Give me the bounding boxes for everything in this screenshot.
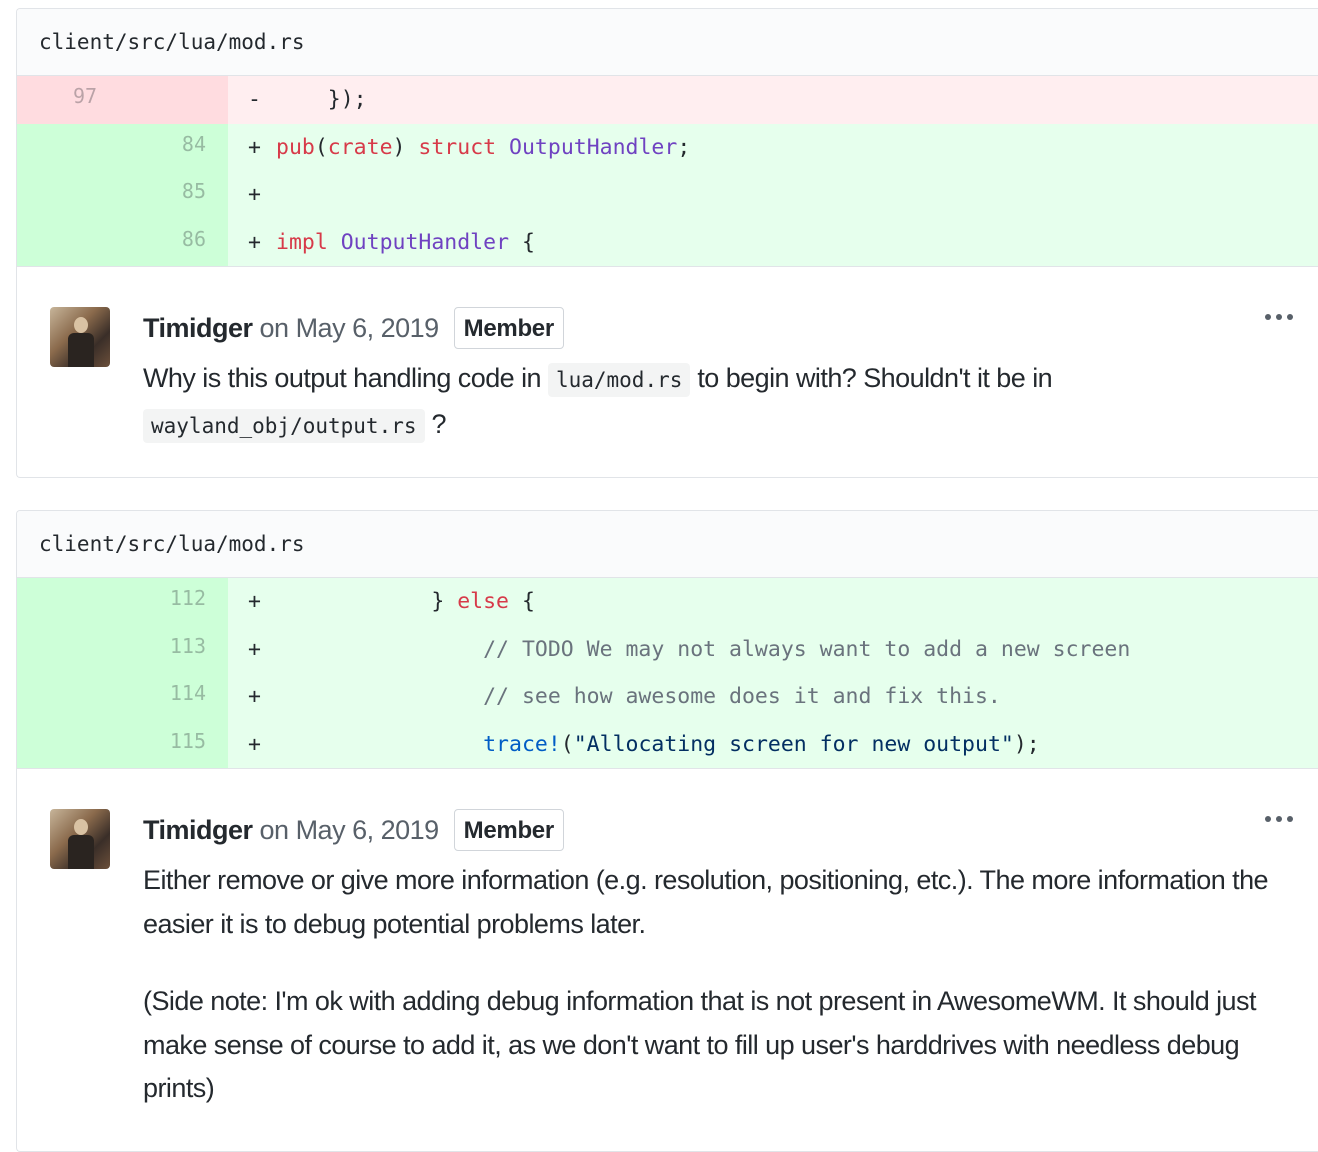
more-options-icon[interactable] bbox=[1265, 816, 1293, 822]
code-token: pub bbox=[276, 134, 315, 160]
code-content: + impl OutputHandler { bbox=[228, 230, 1318, 255]
inline-code: wayland_obj/output.rs bbox=[143, 408, 425, 443]
diff-hunk: 112 + } else {113 + // TODO We may not alw… bbox=[17, 578, 1318, 768]
comment-body: Why is this output handling code in lua/… bbox=[143, 357, 1297, 448]
code-content: + // see how awesome does it and fix thi… bbox=[228, 684, 1318, 709]
comment-date[interactable]: on May 6, 2019 bbox=[260, 313, 440, 344]
code-token: else bbox=[457, 589, 509, 615]
code-content: - }); bbox=[228, 87, 1318, 112]
code-content: + // TODO We may not always want to add … bbox=[228, 637, 1318, 662]
diff-marker: + bbox=[248, 134, 261, 160]
file-path[interactable]: client/src/lua/mod.rs bbox=[17, 9, 1318, 76]
code-token: }); bbox=[276, 87, 367, 113]
code-token: { bbox=[509, 229, 535, 255]
line-number[interactable]: 84 bbox=[17, 123, 228, 171]
comment-header: Timidger on May 6, 2019 Member bbox=[143, 809, 1297, 851]
line-number[interactable]: 97 bbox=[17, 76, 228, 124]
comment-date[interactable]: on May 6, 2019 bbox=[260, 815, 440, 846]
code-token: "Allocating screen for new output" bbox=[573, 731, 1014, 757]
review-thread: client/src/lua/mod.rs 97- }); 84 + pub(crat… bbox=[16, 8, 1318, 478]
line-number[interactable]: 85 bbox=[17, 171, 228, 219]
code-token: ; bbox=[677, 134, 691, 160]
diff-marker: + bbox=[248, 589, 261, 615]
code-token: // see how awesome does it and fix this. bbox=[276, 684, 1001, 710]
review-comment: Timidger on May 6, 2019 Member Why is th… bbox=[17, 266, 1318, 448]
comment-paragraph: Either remove or give more information (… bbox=[143, 865, 1269, 939]
diff-line-added: 113 + // TODO We may not always want to a… bbox=[17, 625, 1318, 673]
inline-code: lua/mod.rs bbox=[547, 363, 691, 397]
member-badge: Member bbox=[453, 307, 564, 349]
code-token: ( bbox=[314, 134, 328, 160]
line-number[interactable]: 112 bbox=[17, 578, 228, 626]
code-content: + trace!("Allocating screen for new outp… bbox=[228, 732, 1318, 757]
code-token: trace! bbox=[483, 731, 561, 757]
avatar[interactable] bbox=[50, 307, 110, 367]
line-number[interactable]: 113 bbox=[17, 625, 228, 673]
member-badge: Member bbox=[453, 809, 564, 851]
diff-line-added: 112 + } else { bbox=[17, 578, 1318, 626]
review-thread: client/src/lua/mod.rs 112 + } else {113 + … bbox=[16, 510, 1318, 1152]
diff-marker: + bbox=[248, 731, 261, 757]
code-token: // TODO We may not always want to add a … bbox=[276, 636, 1131, 662]
code-token: ( bbox=[560, 731, 574, 757]
code-content: + pub(crate) struct OutputHandler; bbox=[228, 135, 1318, 160]
comment-paragraph: Why is this output handling code in lua/… bbox=[143, 357, 1297, 448]
code-token: { bbox=[509, 589, 535, 615]
comment-author[interactable]: Timidger bbox=[143, 313, 253, 344]
code-token: } bbox=[276, 589, 458, 615]
diff-line-added: 115 + trace!("Allocating screen for new o… bbox=[17, 720, 1318, 768]
code-token: struct bbox=[418, 134, 497, 160]
diff-line-added: 114 + // see how awesome does it and fix … bbox=[17, 673, 1318, 721]
comment-header: Timidger on May 6, 2019 Member bbox=[143, 307, 1297, 349]
diff-line-added: 84 + pub(crate) struct OutputHandler; bbox=[17, 123, 1318, 171]
line-number[interactable]: 86 bbox=[17, 218, 228, 266]
more-options-icon[interactable] bbox=[1265, 314, 1293, 320]
diff-marker: + bbox=[248, 229, 261, 255]
diff-marker: - bbox=[248, 87, 261, 113]
review-comment: Timidger on May 6, 2019 Member Either re… bbox=[17, 768, 1318, 1111]
diff-line-added: 86 + impl OutputHandler { bbox=[17, 218, 1318, 266]
file-path[interactable]: client/src/lua/mod.rs bbox=[17, 511, 1318, 578]
diff-marker: + bbox=[248, 636, 261, 662]
code-token: crate bbox=[327, 134, 393, 160]
code-token: impl bbox=[276, 229, 328, 255]
comment-body: Either remove or give more information (… bbox=[143, 859, 1297, 1111]
comment-paragraph: (Side note: I'm ok with adding debug inf… bbox=[143, 986, 1256, 1103]
line-number[interactable]: 115 bbox=[17, 720, 228, 768]
code-token: OutputHandler bbox=[509, 134, 678, 160]
code-content: + } else { bbox=[228, 589, 1318, 614]
line-number[interactable]: 114 bbox=[17, 673, 228, 721]
diff-line-deleted: 97- }); bbox=[17, 76, 1318, 124]
comment-author[interactable]: Timidger bbox=[143, 815, 253, 846]
code-token: ) bbox=[392, 134, 419, 160]
code-token: OutputHandler bbox=[340, 229, 510, 255]
code-token: ); bbox=[1013, 731, 1040, 757]
avatar[interactable] bbox=[50, 809, 110, 869]
diff-hunk: 97- }); 84 + pub(crate) struct OutputHandle… bbox=[17, 76, 1318, 266]
diff-line-added: 85 + bbox=[17, 171, 1318, 219]
diff-marker: + bbox=[248, 684, 261, 710]
diff-marker: + bbox=[248, 182, 261, 208]
code-content: + bbox=[228, 182, 1318, 207]
